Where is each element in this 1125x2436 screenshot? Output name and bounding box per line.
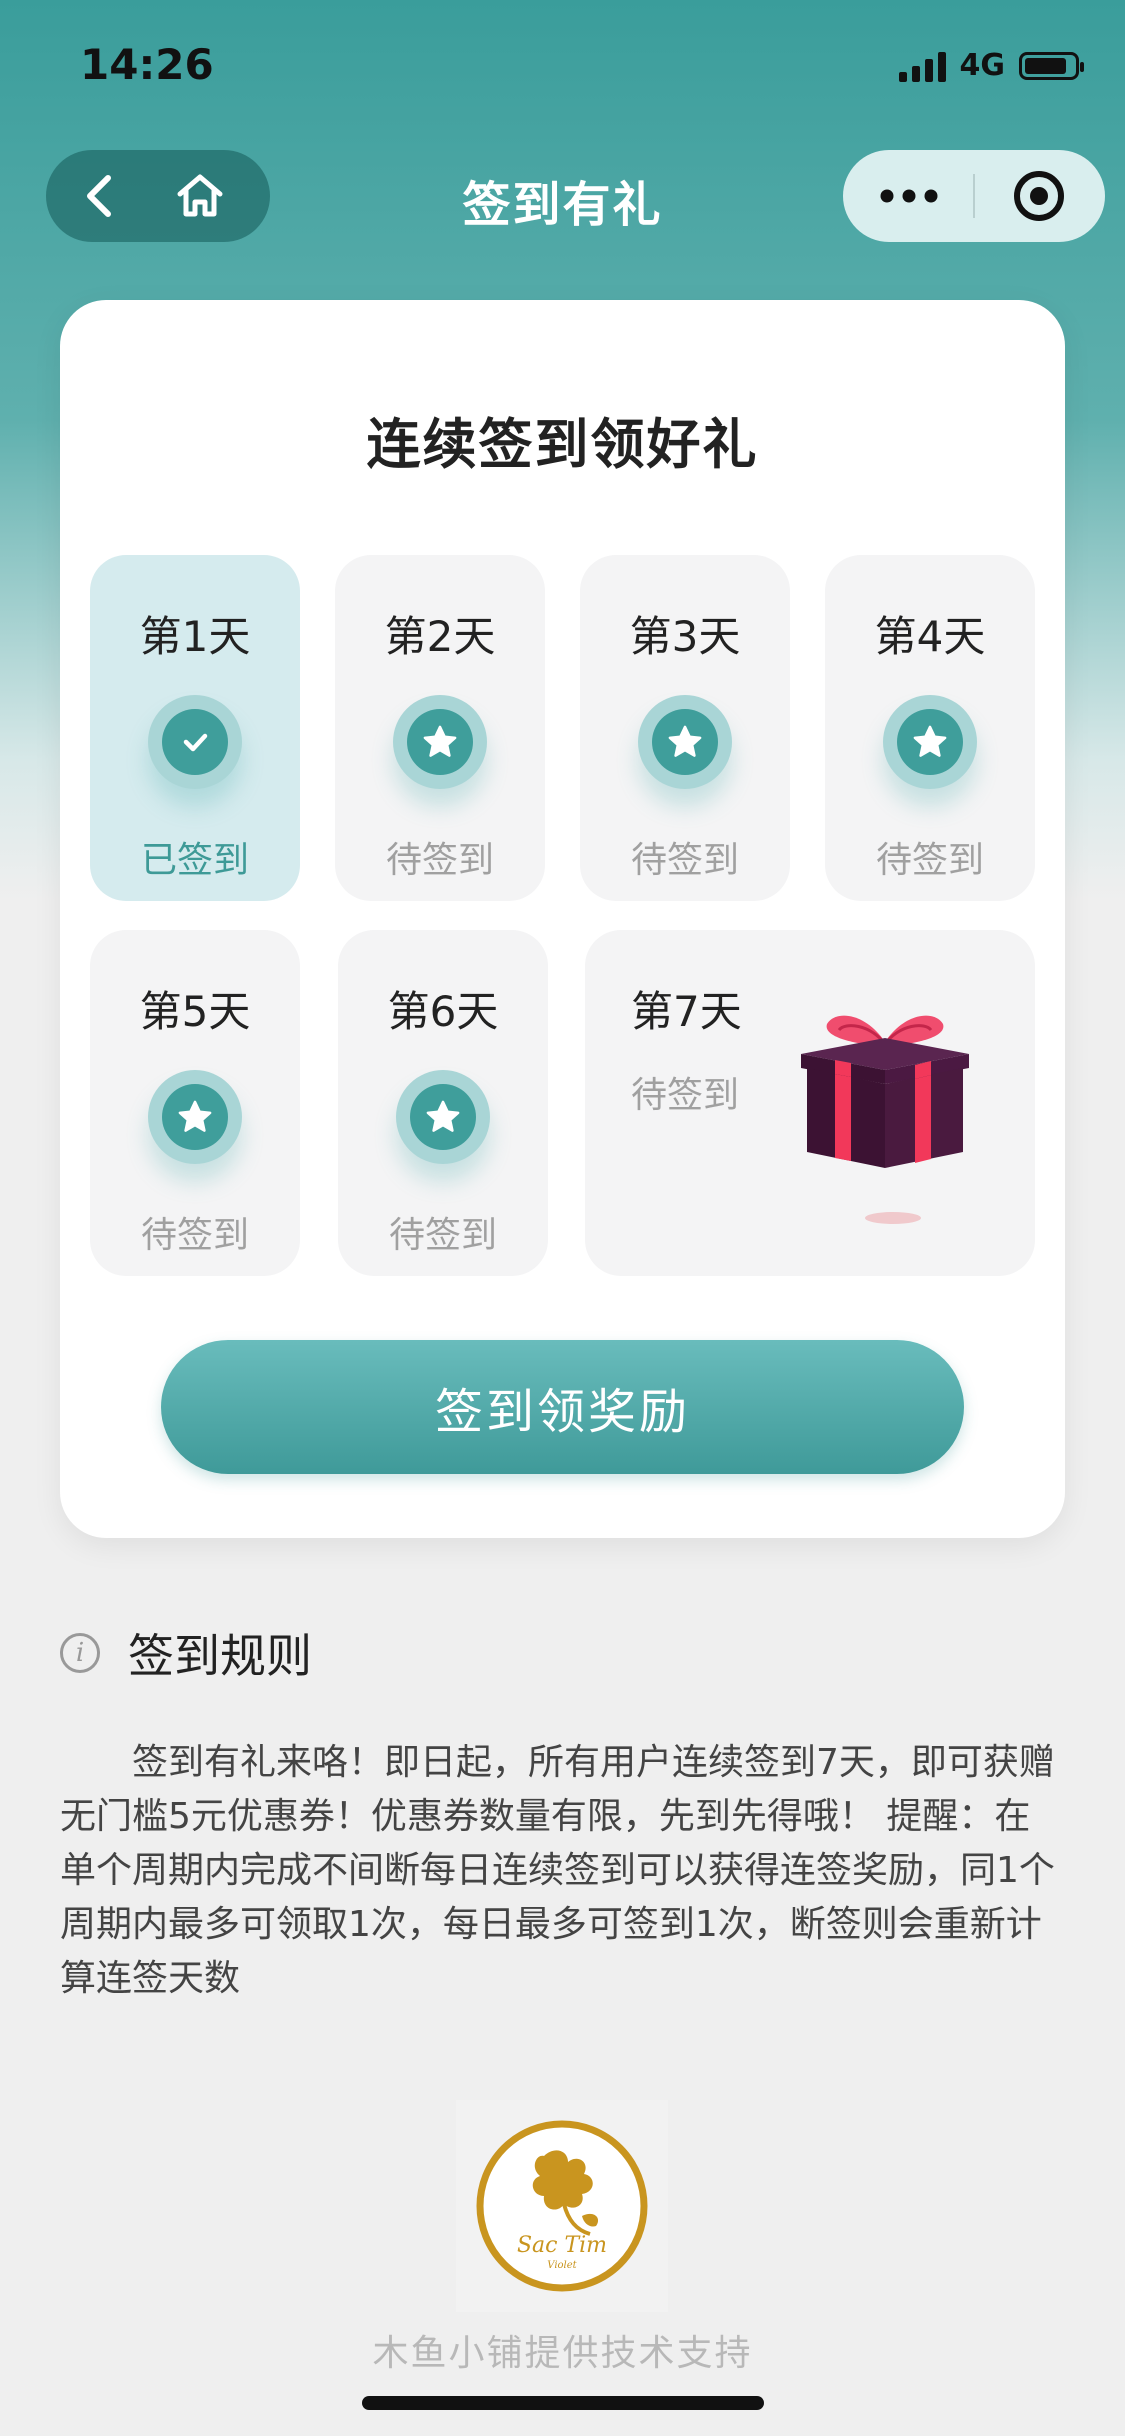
star-icon [913, 725, 947, 757]
checkin-card: 连续签到领好礼 第1天 已签到 第2天 待签到 第3天 待签到 第4天 待签到 [60, 300, 1065, 1538]
capsule-divider [973, 174, 975, 218]
day-status: 待签到 [140, 1215, 249, 1256]
more-button[interactable] [863, 150, 955, 242]
card-title: 连续签到领好礼 [366, 413, 759, 476]
rules-header: i 签到规则 [60, 1620, 312, 1686]
rules-title: 签到规则 [128, 1629, 312, 1683]
day-status: 待签到 [631, 1075, 740, 1116]
day-4-cell[interactable]: 第4天 待签到 [825, 555, 1035, 901]
day-label: 第2天 [384, 612, 496, 661]
day-3-cell[interactable]: 第3天 待签到 [580, 555, 790, 901]
nav-right-capsule [843, 150, 1105, 242]
day-icon [883, 695, 977, 789]
day-status: 待签到 [875, 840, 984, 881]
home-indicator [362, 2396, 764, 2410]
star-icon [423, 725, 457, 757]
gift-shadow [865, 1212, 921, 1224]
day-status: 待签到 [385, 840, 494, 881]
gift-box-icon [801, 1015, 969, 1168]
day-icon [148, 1070, 242, 1164]
day-label: 第1天 [139, 612, 251, 661]
battery-icon [1019, 51, 1084, 80]
close-miniprogram-button[interactable] [993, 150, 1085, 242]
brand-logo: Sac Tim Violet [456, 2100, 668, 2312]
star-icon [426, 1100, 460, 1132]
more-dots-icon [880, 189, 938, 203]
star-icon [668, 725, 702, 757]
rules-text: 签到有礼来咯！即日起，所有用户连续签到7天，即可获赠无门槛5元优惠券！优惠券数量… [60, 1742, 1055, 1999]
day-icon [148, 695, 242, 789]
day-5-cell[interactable]: 第5天 待签到 [90, 930, 300, 1276]
network-type: 4G [959, 48, 1006, 83]
day-label: 第4天 [874, 612, 986, 661]
day-1-cell[interactable]: 第1天 已签到 [90, 555, 300, 901]
logo-text: Sac Tim [517, 2233, 607, 2258]
flower-logo-icon: Sac Tim Violet [476, 2120, 648, 2292]
day-icon [638, 695, 732, 789]
day-status: 已签到 [140, 840, 249, 881]
footer-credit: 木鱼小铺提供技术支持 [372, 2333, 753, 2374]
star-icon [178, 1100, 212, 1132]
battery-level [1025, 57, 1066, 74]
target-close-icon [1014, 171, 1064, 221]
checkmark-icon [183, 733, 208, 752]
day-label: 第7天 [631, 987, 742, 1036]
day-2-cell[interactable]: 第2天 待签到 [335, 555, 545, 901]
day-6-cell[interactable]: 第6天 待签到 [338, 930, 548, 1276]
day-label: 第5天 [139, 987, 251, 1036]
info-icon: i [60, 1633, 100, 1673]
day-label: 第6天 [387, 987, 499, 1036]
day-7-cell[interactable]: 第7天 待签到 [585, 930, 1035, 1276]
signal-icon [898, 50, 946, 82]
status-bar: 14:26 4G [0, 0, 1125, 135]
day-icon [393, 695, 487, 789]
status-indicators: 4G [898, 48, 1084, 83]
day-status: 待签到 [630, 840, 739, 881]
logo-subtext: Violet [547, 2260, 577, 2271]
status-time: 14:26 [80, 40, 214, 89]
day-status: 待签到 [388, 1215, 497, 1256]
day-label: 第3天 [629, 612, 741, 661]
checkin-reward-button[interactable]: 签到领奖励 [161, 1340, 964, 1474]
day-icon [396, 1070, 490, 1164]
